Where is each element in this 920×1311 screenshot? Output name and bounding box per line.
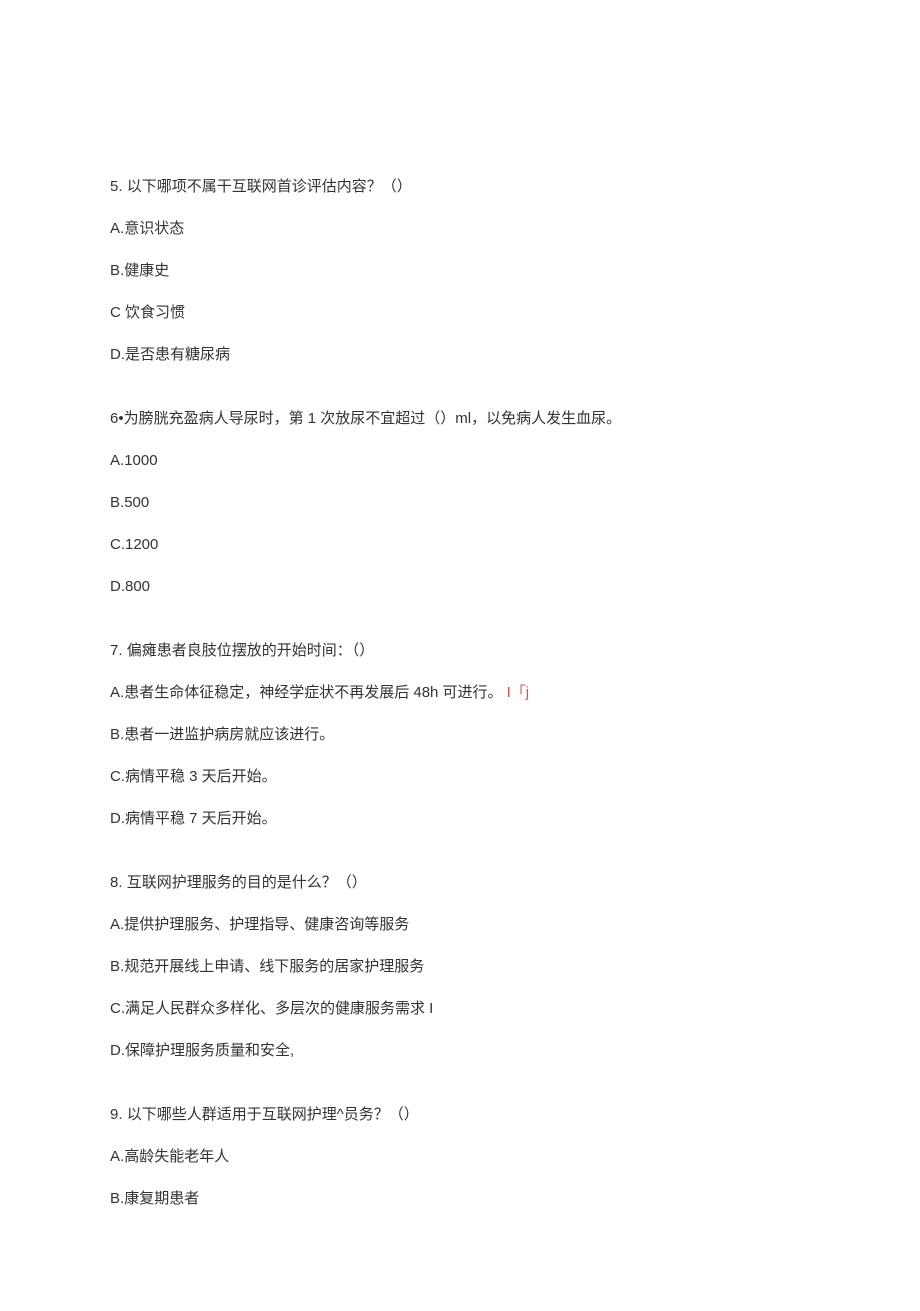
option-text: 高龄失能老年人 bbox=[124, 1148, 229, 1165]
question-number: 8. bbox=[110, 874, 123, 891]
question-9: 9. 以下哪些人群适用于互联网护理^员务？（） A.高龄失能老年人 B.康复期患… bbox=[110, 1103, 810, 1211]
option-text: 是否患有糖尿病 bbox=[125, 346, 230, 363]
option-label: C. bbox=[110, 768, 125, 785]
option-b: B.健康史 bbox=[110, 259, 810, 283]
question-body: 为膀胱充盈病人导尿时，第 1 次放尿不宜超过（）ml，以免病人发生血尿。 bbox=[124, 410, 622, 427]
option-text: 健康史 bbox=[124, 262, 169, 279]
option-text: 满足人民群众多样化、多层次的健康服务需求 I bbox=[125, 1000, 433, 1017]
option-a: A.提供护理服务、护理指导、健康咨询等服务 bbox=[110, 913, 810, 937]
option-label: A. bbox=[110, 220, 124, 237]
option-text: 病情平稳 7 天后开始。 bbox=[125, 810, 277, 827]
option-label: B. bbox=[110, 262, 124, 279]
question-text: 7. 偏瘫患者良肢位摆放的开始时间：（） bbox=[110, 639, 810, 663]
option-label: A. bbox=[110, 684, 124, 701]
option-label: D. bbox=[110, 578, 125, 595]
option-text: 1000 bbox=[124, 452, 157, 469]
option-label: B. bbox=[110, 958, 124, 975]
option-label: D. bbox=[110, 346, 125, 363]
question-5: 5. 以下哪项不属干互联网首诊评估内容？（） A.意识状态 B.健康史 C 饮食… bbox=[110, 175, 810, 367]
option-text: 保障护理服务质量和安全, bbox=[125, 1042, 294, 1059]
option-label: C bbox=[110, 304, 121, 321]
question-8: 8. 互联网护理服务的目的是什么？（） A.提供护理服务、护理指导、健康咨询等服… bbox=[110, 871, 810, 1063]
option-text: 800 bbox=[125, 578, 150, 595]
option-label: B. bbox=[110, 494, 124, 511]
option-text: 意识状态 bbox=[124, 220, 184, 237]
option-d: D.病情平稳 7 天后开始。 bbox=[110, 807, 810, 831]
option-label: C. bbox=[110, 536, 125, 553]
option-text: 康复期患者 bbox=[124, 1190, 199, 1207]
option-d: D.800 bbox=[110, 575, 810, 599]
option-b: B.规范开展线上申请、线下服务的居家护理服务 bbox=[110, 955, 810, 979]
option-label: A. bbox=[110, 916, 124, 933]
option-text: 患者生命体征稳定，神经学症状不再发展后 48h 可进行。 bbox=[124, 684, 502, 701]
option-label: A. bbox=[110, 452, 124, 469]
question-7: 7. 偏瘫患者良肢位摆放的开始时间：（） A.患者生命体征稳定，神经学症状不再发… bbox=[110, 639, 810, 831]
option-b: B.康复期患者 bbox=[110, 1187, 810, 1211]
option-text: 患者一进监护病房就应该进行。 bbox=[124, 726, 334, 743]
option-c: C.病情平稳 3 天后开始。 bbox=[110, 765, 810, 789]
option-c: C 饮食习惯 bbox=[110, 301, 810, 325]
option-a: A.高龄失能老年人 bbox=[110, 1145, 810, 1169]
question-body: 互联网护理服务的目的是什么？（） bbox=[127, 874, 367, 891]
annotation-mark: I「j bbox=[507, 684, 530, 701]
option-a: A.患者生命体征稳定，神经学症状不再发展后 48h 可进行。 I「j bbox=[110, 681, 810, 705]
question-body: 以下哪些人群适用于互联网护理^员务？（） bbox=[127, 1106, 419, 1123]
option-a: A.1000 bbox=[110, 449, 810, 473]
option-b: B.500 bbox=[110, 491, 810, 515]
option-c: C.满足人民群众多样化、多层次的健康服务需求 I bbox=[110, 997, 810, 1021]
option-text: 规范开展线上申请、线下服务的居家护理服务 bbox=[124, 958, 424, 975]
question-text: 9. 以下哪些人群适用于互联网护理^员务？（） bbox=[110, 1103, 810, 1127]
option-text: 1200 bbox=[125, 536, 158, 553]
option-a: A.意识状态 bbox=[110, 217, 810, 241]
option-label: C. bbox=[110, 1000, 125, 1017]
option-d: D.是否患有糖尿病 bbox=[110, 343, 810, 367]
question-text: 6•为膀胱充盈病人导尿时，第 1 次放尿不宜超过（）ml，以免病人发生血尿。 bbox=[110, 407, 810, 431]
option-label: B. bbox=[110, 726, 124, 743]
option-text: 病情平稳 3 天后开始。 bbox=[125, 768, 277, 785]
option-label: D. bbox=[110, 810, 125, 827]
option-b: B.患者一进监护病房就应该进行。 bbox=[110, 723, 810, 747]
option-label: B. bbox=[110, 1190, 124, 1207]
question-body: 偏瘫患者良肢位摆放的开始时间：（） bbox=[127, 642, 375, 659]
question-number: 5. bbox=[110, 178, 123, 195]
option-text: 提供护理服务、护理指导、健康咨询等服务 bbox=[124, 916, 409, 933]
question-number: 7. bbox=[110, 642, 123, 659]
question-6: 6•为膀胱充盈病人导尿时，第 1 次放尿不宜超过（）ml，以免病人发生血尿。 A… bbox=[110, 407, 810, 599]
option-label: A. bbox=[110, 1148, 124, 1165]
question-text: 5. 以下哪项不属干互联网首诊评估内容？（） bbox=[110, 175, 810, 199]
option-c: C.1200 bbox=[110, 533, 810, 557]
question-number: 9. bbox=[110, 1106, 123, 1123]
option-text: 500 bbox=[124, 494, 149, 511]
question-body: 以下哪项不属干互联网首诊评估内容？（） bbox=[127, 178, 412, 195]
option-d: D.保障护理服务质量和安全, bbox=[110, 1039, 810, 1063]
question-text: 8. 互联网护理服务的目的是什么？（） bbox=[110, 871, 810, 895]
option-text: 饮食习惯 bbox=[121, 304, 185, 321]
option-label: D. bbox=[110, 1042, 125, 1059]
question-number: 6• bbox=[110, 410, 124, 427]
